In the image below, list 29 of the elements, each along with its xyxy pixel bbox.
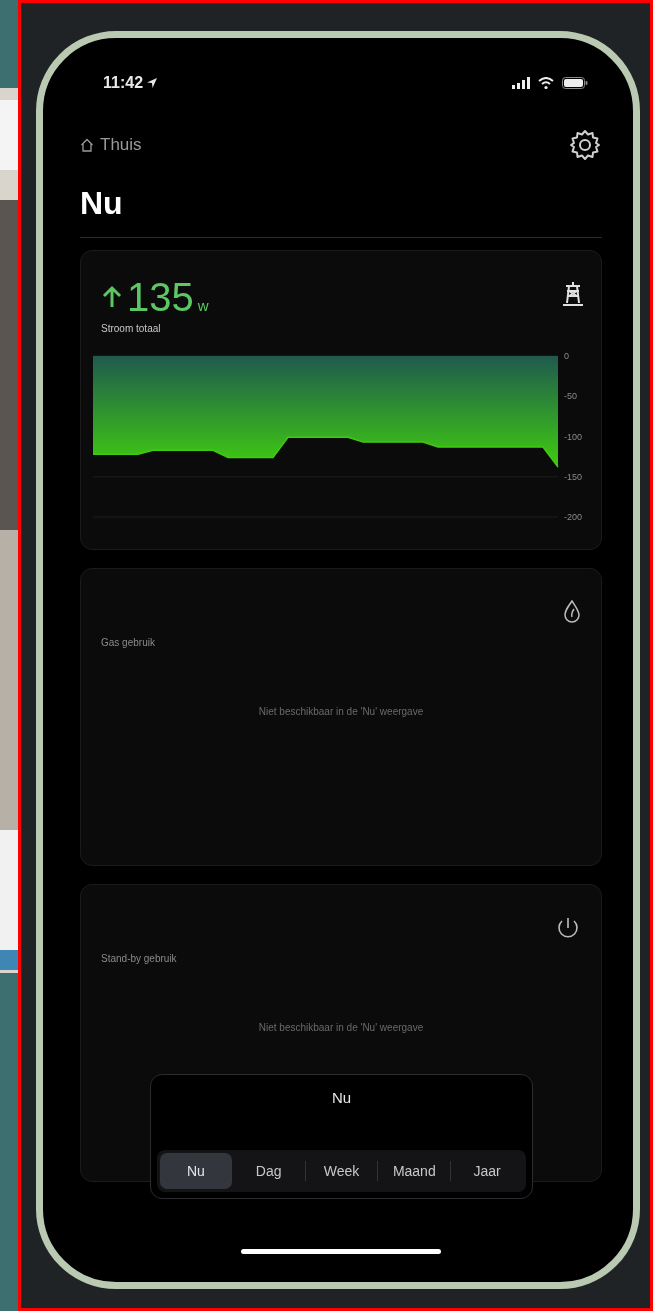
period-tab[interactable]: Dag	[232, 1153, 305, 1189]
page-title: Nu	[80, 184, 124, 223]
axis-tick-label: -100	[564, 431, 582, 442]
power-value: 135	[127, 275, 194, 319]
empty-state-text: Niet beschikbaar in de 'Nu' weergave	[257, 706, 425, 717]
axis-tick-label: -200	[564, 512, 582, 522]
settings-icon[interactable]	[568, 128, 602, 162]
flame-icon	[563, 599, 581, 625]
picker-title: Nu	[331, 1089, 352, 1106]
power-label: Stroom totaal	[100, 323, 162, 334]
axis-tick-label: 0	[564, 351, 569, 361]
period-tab[interactable]: Maand	[378, 1153, 451, 1189]
period-tab[interactable]: Nu	[160, 1153, 232, 1189]
house-icon	[80, 138, 94, 152]
signal-icon	[512, 77, 530, 89]
wifi-icon	[538, 77, 554, 89]
axis-tick-label: -150	[564, 471, 582, 482]
status-time: 11:42	[103, 74, 144, 92]
card-label: Stand-by gebruik	[101, 953, 178, 964]
empty-state-text: Niet beschikbaar in de 'Nu' weergave	[257, 1022, 425, 1033]
period-tab[interactable]: Jaar	[451, 1153, 523, 1189]
location-icon	[146, 77, 159, 89]
power-pylon-icon	[561, 281, 585, 307]
battery-icon	[562, 77, 588, 89]
home-link[interactable]: Thuis	[80, 135, 142, 155]
power-unit: w	[197, 297, 209, 314]
card-label: Gas gebruik	[101, 637, 156, 648]
axis-tick-label: -50	[564, 391, 577, 402]
period-tab[interactable]: Week	[305, 1153, 378, 1189]
